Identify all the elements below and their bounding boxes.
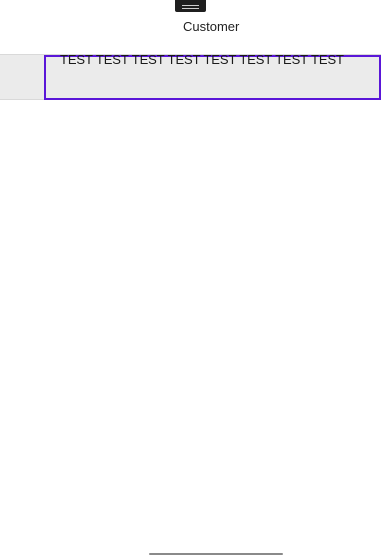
home-indicator[interactable] [149, 553, 283, 555]
handle-line [182, 8, 199, 9]
handle-line [182, 5, 199, 6]
menu-handle-icon[interactable] [175, 0, 206, 12]
customer-field-value[interactable]: TEST TEST TEST TEST TEST TEST TEST TEST [60, 52, 344, 68]
page-title: Customer [183, 19, 240, 34]
